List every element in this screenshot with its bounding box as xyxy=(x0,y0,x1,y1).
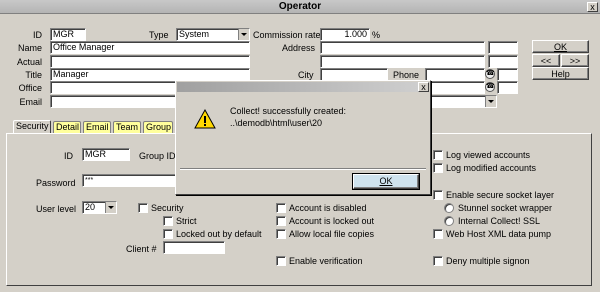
client-field[interactable] xyxy=(163,241,225,254)
account-locked-label: Account is locked out xyxy=(289,216,375,226)
phone-ext-field-2[interactable] xyxy=(497,81,518,94)
user-level-label: User level xyxy=(36,204,77,214)
sec-id-field[interactable]: MGR xyxy=(82,148,130,161)
chevron-down-icon[interactable] xyxy=(238,29,249,40)
chevron-down-icon[interactable] xyxy=(485,96,496,107)
tab-detail[interactable]: Detail xyxy=(53,121,81,133)
help-button[interactable]: Help xyxy=(532,67,589,80)
tab-email[interactable]: Email xyxy=(83,121,111,133)
id-label: ID xyxy=(33,30,42,40)
type-value: System xyxy=(179,29,210,39)
sec-id-label: ID xyxy=(64,151,73,161)
phone-ext-field[interactable] xyxy=(497,68,518,81)
email-type-select[interactable] xyxy=(425,95,497,108)
tab-team[interactable]: Team xyxy=(113,121,141,133)
locked-default-label: Locked out by default xyxy=(176,229,262,239)
stunnel-radio[interactable] xyxy=(444,203,454,213)
password-label: Password xyxy=(36,178,76,188)
security-label: Security xyxy=(151,203,184,213)
password-field[interactable]: *** xyxy=(82,174,182,187)
account-disabled-label: Account is disabled xyxy=(289,203,367,213)
close-icon[interactable]: x xyxy=(587,2,598,12)
enable-ssl-label: Enable secure socket layer xyxy=(446,190,555,200)
strict-checkbox[interactable] xyxy=(163,216,173,226)
title-label: Title xyxy=(25,70,42,80)
address-label: Address xyxy=(282,43,316,53)
message-dialog: x Collect! successfully created: ..\demo… xyxy=(175,80,431,195)
commission-label: Commission rate xyxy=(253,30,321,40)
log-modified-checkbox[interactable] xyxy=(433,163,443,173)
warning-icon xyxy=(194,109,216,129)
dialog-close-icon[interactable]: x xyxy=(418,82,429,92)
actual-label: Actual xyxy=(16,57,42,67)
dialog-message-line2: ..\demodb\html\user\20 xyxy=(230,118,323,128)
stunnel-label: Stunnel socket wrapper xyxy=(458,203,553,213)
internal-ssl-radio[interactable] xyxy=(444,216,454,226)
name-field[interactable]: Office Manager xyxy=(50,41,250,54)
log-viewed-checkbox[interactable] xyxy=(433,150,443,160)
email-label: Email xyxy=(19,97,42,107)
security-checkbox[interactable] xyxy=(138,203,148,213)
user-level-select[interactable]: 20 xyxy=(82,201,117,214)
locked-default-checkbox[interactable] xyxy=(163,229,173,239)
type-select[interactable]: System xyxy=(176,28,250,41)
chevron-down-icon[interactable] xyxy=(105,202,116,213)
dialog-message-line1: Collect! successfully created: xyxy=(230,106,347,116)
type-label: Type xyxy=(149,30,169,40)
phone-icon-2[interactable]: ☎ xyxy=(485,82,495,92)
allow-local-checkbox[interactable] xyxy=(276,229,286,239)
dialog-ok-button[interactable]: OK xyxy=(352,173,420,190)
address-extra-field-2[interactable] xyxy=(488,55,518,68)
account-locked-checkbox[interactable] xyxy=(276,216,286,226)
name-label: Name xyxy=(17,43,42,53)
phone-field-2[interactable] xyxy=(425,81,485,94)
client-label: Client # xyxy=(126,244,157,254)
next-button[interactable]: >> xyxy=(561,54,589,67)
tab-group[interactable]: Group xyxy=(143,121,173,133)
web-host-checkbox[interactable] xyxy=(433,229,443,239)
user-level-value: 20 xyxy=(85,202,96,212)
web-host-label: Web Host XML data pump xyxy=(446,229,552,239)
prev-button[interactable]: << xyxy=(532,54,560,67)
office-label: Office xyxy=(18,83,42,93)
id-field[interactable]: MGR xyxy=(50,28,86,41)
actual-field[interactable] xyxy=(50,55,250,68)
tab-security[interactable]: Security xyxy=(13,120,51,134)
log-viewed-label: Log viewed accounts xyxy=(446,150,531,160)
account-disabled-checkbox[interactable] xyxy=(276,203,286,213)
commission-field[interactable]: 1.000 xyxy=(320,28,370,41)
address-field-2[interactable] xyxy=(320,55,485,68)
dialog-divider xyxy=(180,168,426,170)
ok-button[interactable]: OK xyxy=(532,40,589,53)
group-id-label: Group ID xyxy=(139,151,176,161)
phone-icon[interactable]: ☎ xyxy=(485,69,495,79)
phone-field[interactable] xyxy=(425,68,485,81)
window-title: Operator xyxy=(0,0,600,14)
enable-verification-checkbox[interactable] xyxy=(276,256,286,266)
internal-ssl-label: Internal Collect! SSL xyxy=(458,216,541,226)
enable-verification-label: Enable verification xyxy=(289,256,363,266)
address-field-1[interactable] xyxy=(320,41,485,54)
allow-local-label: Allow local file copies xyxy=(289,229,375,239)
deny-multi-checkbox[interactable] xyxy=(433,256,443,266)
commission-unit: % xyxy=(372,30,381,40)
window-title-text: Operator xyxy=(278,1,322,12)
deny-multi-label: Deny multiple signon xyxy=(446,256,530,266)
dialog-titlebar xyxy=(177,82,429,92)
address-extra-field[interactable] xyxy=(488,41,518,54)
enable-ssl-checkbox[interactable] xyxy=(433,190,443,200)
strict-label: Strict xyxy=(176,216,197,226)
log-modified-label: Log modified accounts xyxy=(446,163,537,173)
